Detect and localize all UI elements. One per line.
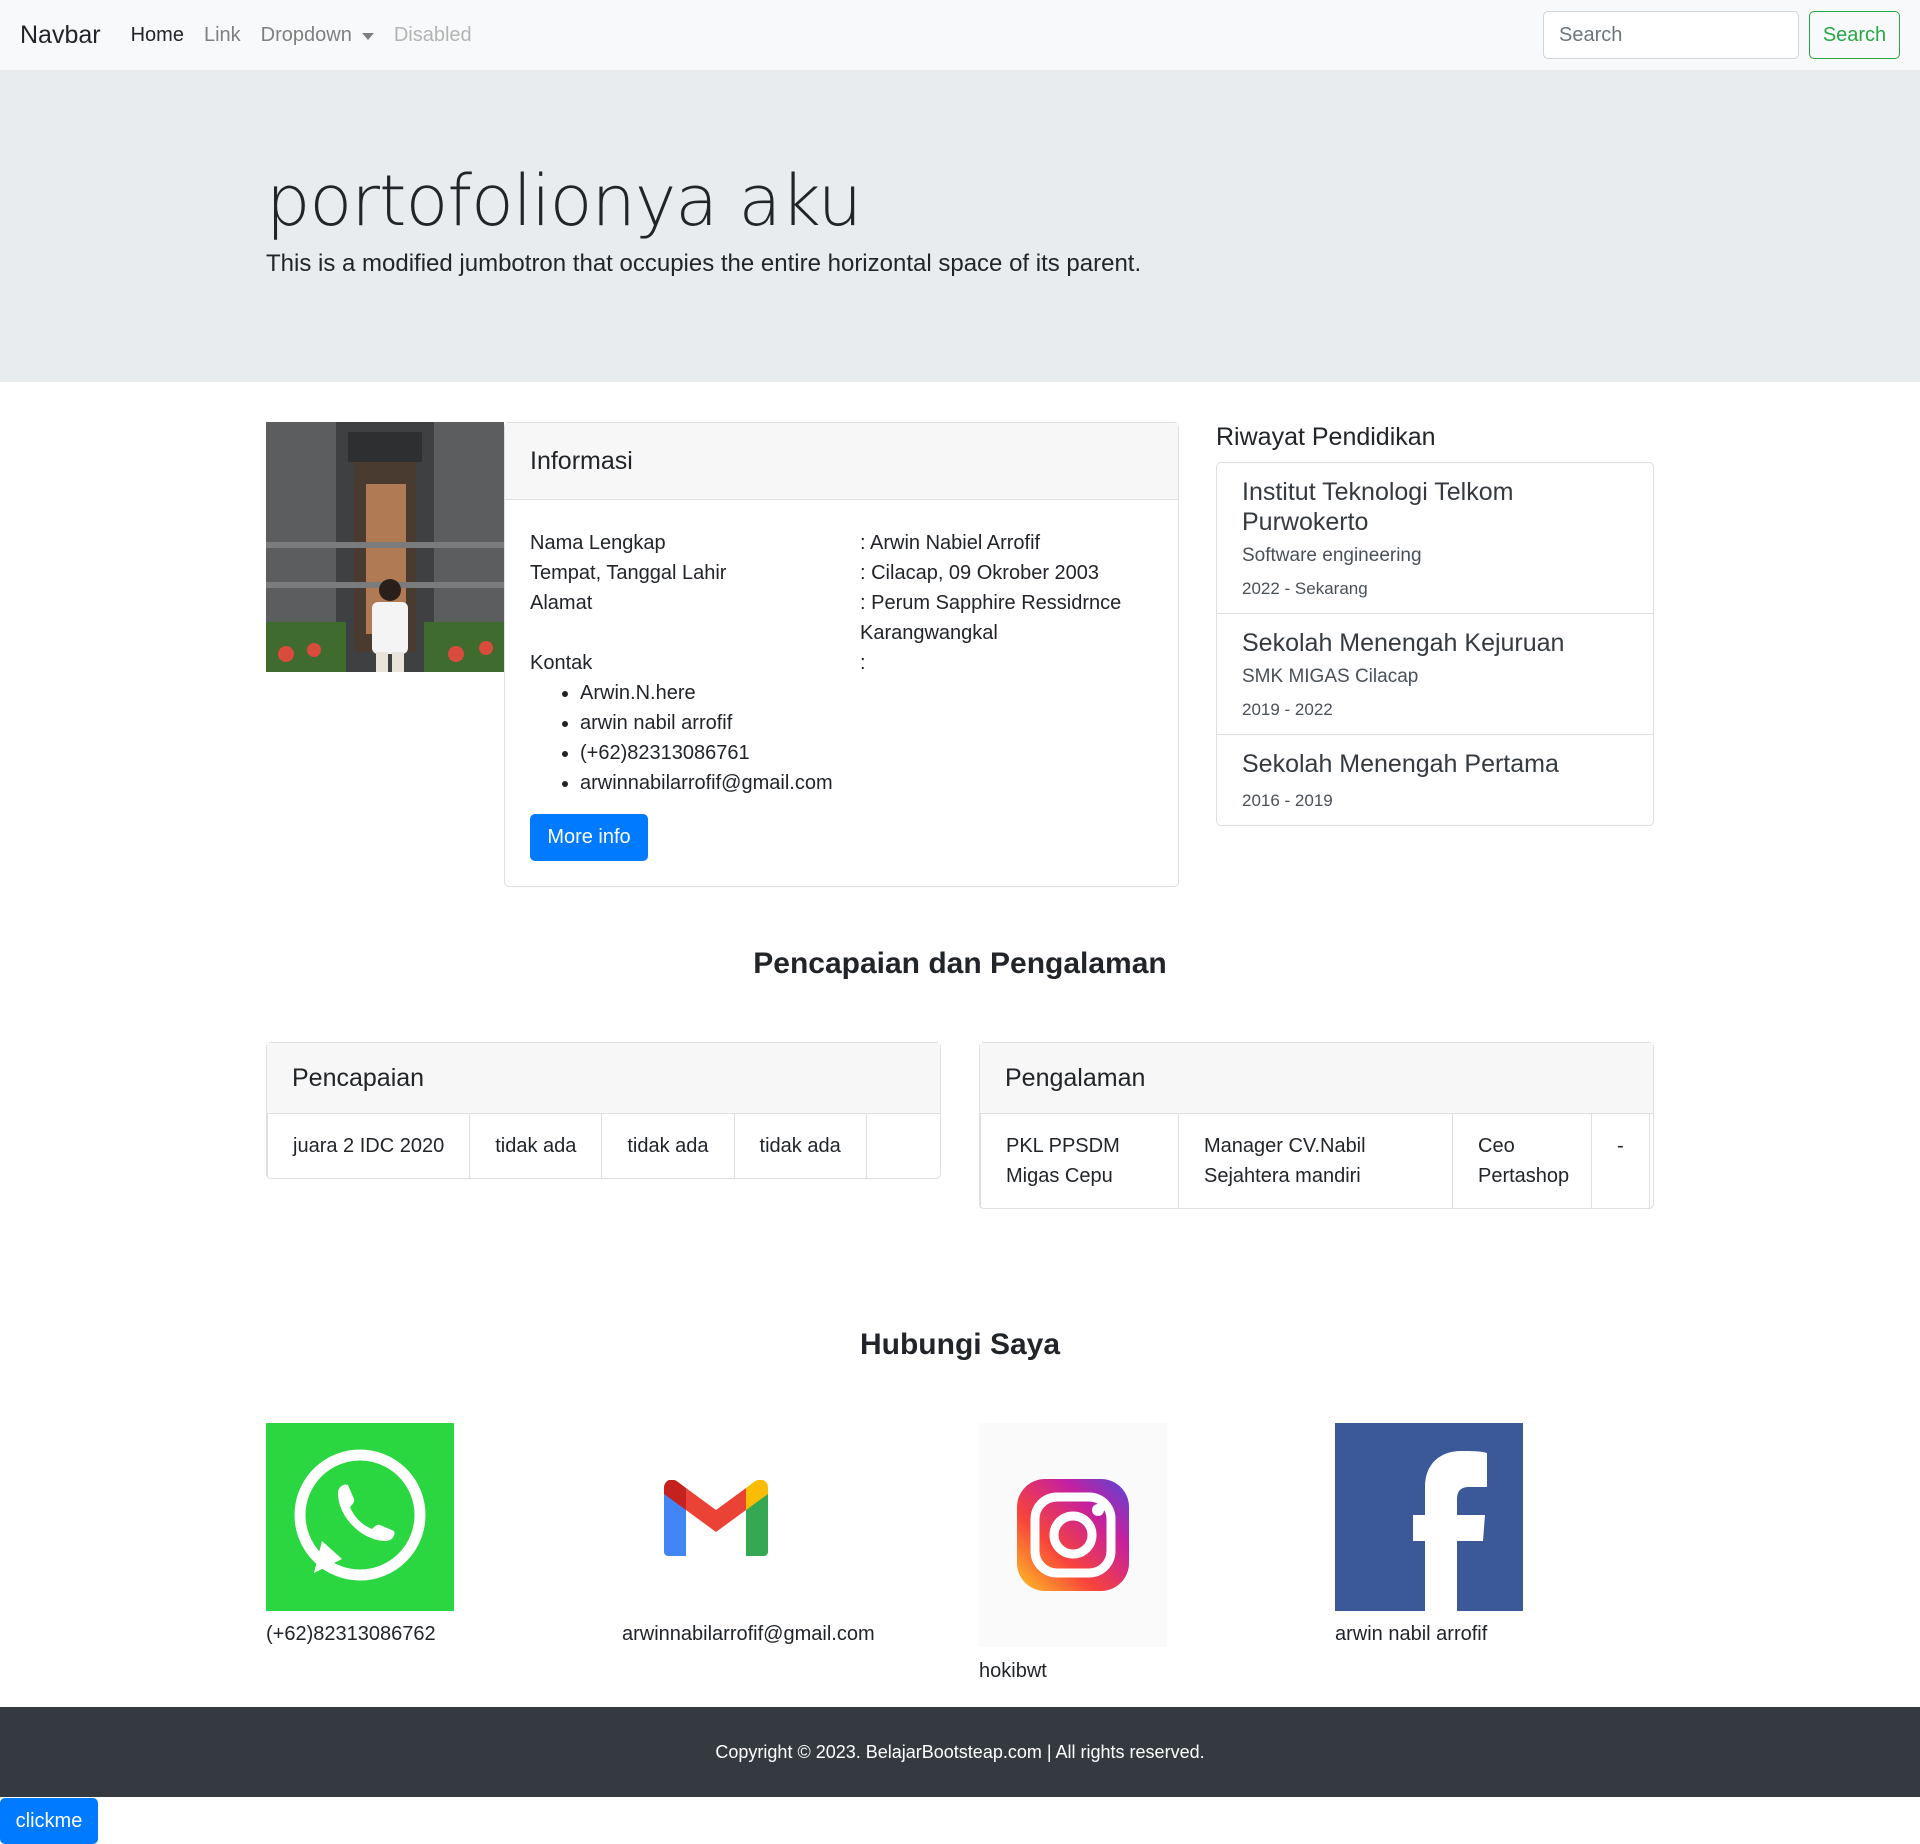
education-years: 2016 - 2019 xyxy=(1242,791,1333,810)
contact-label: hokibwt xyxy=(979,1660,1047,1682)
nav-disabled: Disabled xyxy=(393,23,472,46)
contact-label: arwinnabilarrofif@gmail.com xyxy=(622,1623,875,1645)
list-item: Sekolah Menengah Pertama 2016 - 2019 xyxy=(1217,735,1653,825)
info-card-header: Informasi xyxy=(505,423,1178,500)
nav-link[interactable]: Link xyxy=(204,24,241,47)
footer-text: Copyright © 2023. BelajarBootsteap.com |… xyxy=(715,1741,1205,1762)
facebook-icon xyxy=(1335,1423,1523,1611)
education-name: Sekolah Menengah Pertama xyxy=(1242,750,1559,778)
contact-label: arwin nabil arrofif xyxy=(1335,1623,1488,1645)
table-cell: tidak ada xyxy=(733,1114,867,1178)
table-cell: - xyxy=(1591,1114,1650,1208)
achievements-card-header: Pencapaian xyxy=(267,1043,940,1114)
more-info-button[interactable]: More info xyxy=(530,814,648,861)
whatsapp-icon xyxy=(266,1423,454,1611)
info-label: Alamat xyxy=(530,592,593,614)
nav-dropdown[interactable]: Dropdown xyxy=(261,24,374,47)
jumbotron: portofolionya aku This is a modified jum… xyxy=(0,70,1920,382)
table-cell: juara 2 IDC 2020 xyxy=(267,1114,471,1178)
education-school: Software engineering xyxy=(1242,545,1422,566)
education-name: Sekolah Menengah Kejuruan xyxy=(1242,629,1565,657)
education-years: 2019 - 2022 xyxy=(1242,700,1333,719)
info-value: : Cilacap, 09 Okrober 2003 xyxy=(860,562,1100,584)
list-item: (+62)82313086761 xyxy=(580,738,1140,768)
list-item: arwinnabilarrofif@gmail.com xyxy=(580,768,1140,798)
search-form: Search xyxy=(1543,11,1900,59)
search-button[interactable]: Search xyxy=(1809,11,1900,59)
table-row: PKL PPSDM Migas Cepu Manager CV.Nabil Se… xyxy=(980,1114,1653,1208)
list-item: Institut Teknologi Telkom Purwokerto Sof… xyxy=(1217,463,1653,614)
achievements-card: Pencapaian juara 2 IDC 2020 tidak ada ti… xyxy=(266,1042,941,1179)
gmail-icon xyxy=(664,1480,768,1556)
achievements-section-title: Pencapaian dan Pengalaman xyxy=(753,947,1167,980)
experience-card: Pengalaman PKL PPSDM Migas Cepu Manager … xyxy=(979,1042,1654,1209)
navbar: Navbar Home Link Dropdown Disabled Searc… xyxy=(0,0,1920,70)
contact-section-title: Hubungi Saya xyxy=(859,1328,1061,1361)
contact-list: Arwin.N.here arwin nabil arrofif (+62)82… xyxy=(580,678,1140,798)
education-title: Riwayat Pendidikan xyxy=(1216,423,1436,451)
info-label: Kontak xyxy=(530,652,593,674)
contact-label: (+62)82313086762 xyxy=(266,1623,436,1645)
table-cell: Manager CV.Nabil Sejahtera mandiri xyxy=(1178,1114,1453,1208)
education-school: SMK MIGAS Cilacap xyxy=(1242,666,1419,687)
jumbotron-lead: This is a modified jumbotron that occupi… xyxy=(266,250,1142,277)
info-row-name: Nama Lengkap : Arwin Nabiel Arrofif xyxy=(530,528,1140,558)
instagram-icon xyxy=(979,1423,1167,1647)
table-row: juara 2 IDC 2020 tidak ada tidak ada tid… xyxy=(267,1114,940,1178)
info-value: : xyxy=(860,652,866,674)
nav-dropdown-label: Dropdown xyxy=(260,23,352,46)
table-cell: tidak ada xyxy=(469,1114,603,1178)
education-name: Institut Teknologi Telkom Purwokerto xyxy=(1242,478,1514,536)
profile-photo xyxy=(266,422,504,672)
list-item: Arwin.N.here xyxy=(580,678,1140,708)
info-row-birth: Tempat, Tanggal Lahir : Cilacap, 09 Okro… xyxy=(530,558,1140,588)
chevron-down-icon xyxy=(361,32,374,40)
info-details: Nama Lengkap : Arwin Nabiel Arrofif Temp… xyxy=(530,528,1140,798)
search-input[interactable] xyxy=(1543,11,1799,59)
info-label: Tempat, Tanggal Lahir xyxy=(530,562,727,584)
info-value: : Perum Sapphire Ressidrnce Karangwangka… xyxy=(860,592,1122,644)
info-row-contact: Kontak : xyxy=(530,648,1140,678)
info-value: : Arwin Nabiel Arrofif xyxy=(860,532,1041,554)
education-years: 2022 - Sekarang xyxy=(1242,579,1368,598)
experience-card-header: Pengalaman xyxy=(980,1043,1653,1114)
navbar-brand[interactable]: Navbar xyxy=(20,21,101,50)
table-cell: tidak ada xyxy=(601,1114,735,1178)
education-list: Institut Teknologi Telkom Purwokerto Sof… xyxy=(1216,462,1654,826)
list-item: arwin nabil arrofif xyxy=(580,708,1140,738)
info-label: Nama Lengkap xyxy=(530,532,666,554)
page-title: portofolionya aku xyxy=(266,160,862,242)
table-cell: Ceo Pertashop xyxy=(1452,1114,1592,1208)
nav-home[interactable]: Home xyxy=(131,24,184,47)
info-row-address: Alamat : Perum Sapphire Ressidrnce Karan… xyxy=(530,588,1140,648)
clickme-button[interactable]: clickme xyxy=(0,1798,98,1844)
list-item: Sekolah Menengah Kejuruan SMK MIGAS Cila… xyxy=(1217,614,1653,735)
footer: Copyright © 2023. BelajarBootsteap.com |… xyxy=(0,1707,1920,1797)
info-card: Informasi Nama Lengkap : Arwin Nabiel Ar… xyxy=(504,422,1179,887)
table-cell: PKL PPSDM Migas Cepu xyxy=(980,1114,1179,1208)
